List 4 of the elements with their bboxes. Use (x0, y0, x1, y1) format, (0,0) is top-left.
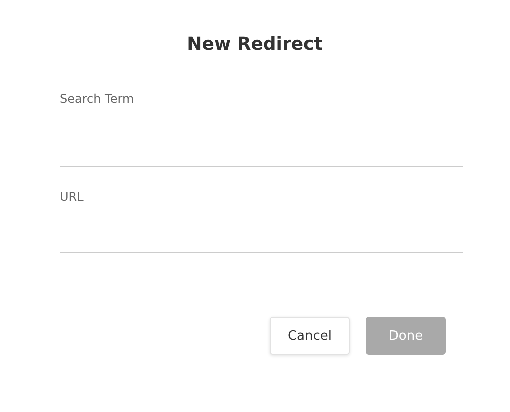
cancel-button[interactable]: Cancel (270, 317, 350, 355)
dialog-title: New Redirect (187, 34, 323, 55)
field-label: URL (60, 190, 84, 204)
field-label: Search Term (60, 92, 134, 106)
